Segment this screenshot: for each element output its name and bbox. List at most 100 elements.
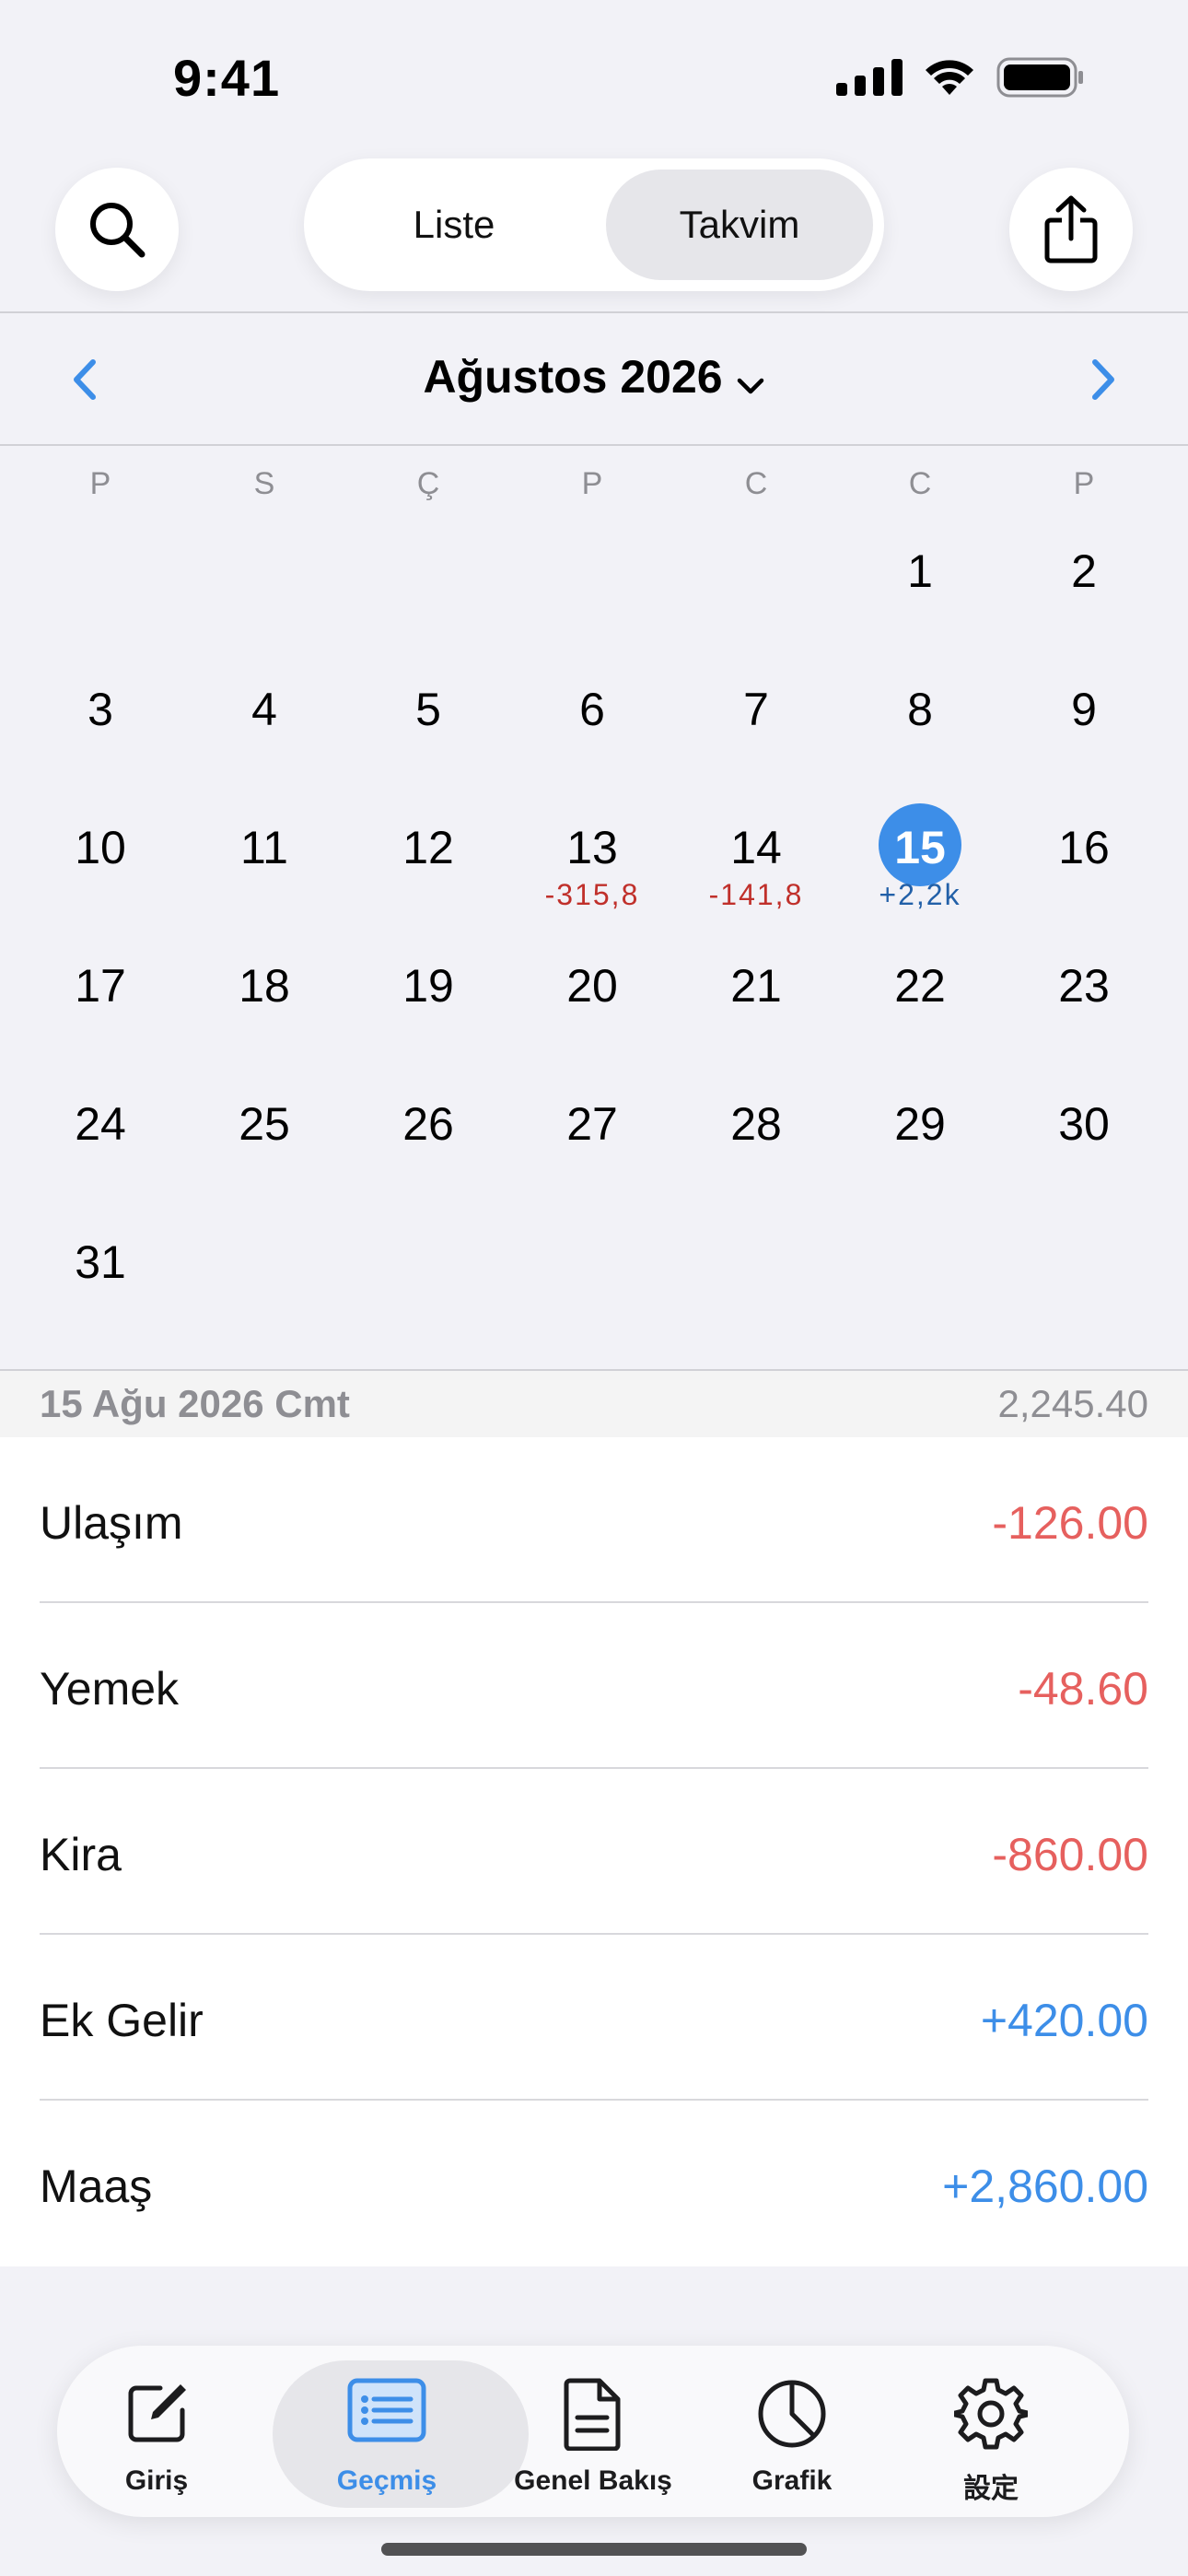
- tab-label-settings: 設定: [963, 2474, 1019, 2504]
- tab-giris[interactable]: Giriş: [57, 2346, 256, 2517]
- calendar-day[interactable]: 29: [838, 1060, 1002, 1198]
- weekday-header: P: [581, 466, 603, 501]
- day-number: 9: [1071, 684, 1097, 735]
- calendar-day[interactable]: 25: [182, 1060, 346, 1198]
- segment-liste[interactable]: Liste: [320, 170, 588, 280]
- calendar-day[interactable]: 20: [510, 921, 674, 1060]
- calendar-day[interactable]: 1: [838, 507, 1002, 645]
- day-total: 2,245.40: [997, 1382, 1149, 1425]
- calendar-day[interactable]: 7: [674, 645, 838, 783]
- month-picker[interactable]: Ağustos 2026: [0, 350, 1188, 407]
- day-number: 21: [730, 960, 782, 1012]
- day-number: 22: [894, 960, 946, 1012]
- month-title: Ağustos 2026: [423, 351, 723, 403]
- transaction-category: Kira: [40, 1829, 122, 1880]
- day-number: 2: [1071, 545, 1097, 597]
- calendar-day[interactable]: 17: [18, 921, 182, 1060]
- calendar-day[interactable]: 28: [674, 1060, 838, 1198]
- share-button[interactable]: [1009, 168, 1133, 291]
- calendar-day[interactable]: 13 -315,8: [510, 783, 674, 921]
- transaction-amount: +420.00: [980, 1995, 1148, 2046]
- day-number: 13: [566, 822, 618, 873]
- weekday-header: P: [89, 466, 111, 501]
- chevron-right-icon: [1092, 359, 1114, 400]
- day-number: 1: [907, 545, 933, 597]
- day-amount: +2,2k: [879, 878, 961, 911]
- calendar-day[interactable]: 24: [18, 1060, 182, 1198]
- day-number: 15: [894, 822, 946, 873]
- calendar-day[interactable]: 6: [510, 645, 674, 783]
- tab-bar: Giriş Geçmiş Genel Bakış Grafik 設定: [57, 2346, 1129, 2517]
- day-number: 18: [239, 960, 290, 1012]
- calendar-day[interactable]: 14 -141,8: [674, 783, 838, 921]
- day-number: 31: [75, 1236, 126, 1288]
- calendar-day[interactable]: 9: [1002, 645, 1166, 783]
- day-number: 6: [579, 684, 605, 735]
- calendar-day[interactable]: 31: [18, 1198, 182, 1336]
- day-number: 17: [75, 960, 126, 1012]
- transaction-amount: +2,860.00: [942, 2160, 1148, 2212]
- weekday-header: S: [253, 466, 275, 501]
- search-button[interactable]: [55, 168, 179, 291]
- tab-grafik[interactable]: Grafik: [693, 2346, 891, 2517]
- day-number: 16: [1058, 822, 1110, 873]
- compose-icon: [57, 2377, 256, 2451]
- day-amount: -141,8: [708, 878, 804, 911]
- calendar-day[interactable]: 16: [1002, 783, 1166, 921]
- home-indicator: [381, 2543, 807, 2556]
- document-icon: [494, 2377, 693, 2451]
- transaction-category: Yemek: [40, 1663, 180, 1715]
- transaction-row[interactable]: Ulaşım -126.00: [40, 1437, 1148, 1603]
- day-number: 4: [251, 684, 277, 735]
- calendar-day[interactable]: 26: [346, 1060, 510, 1198]
- tab-gecmis[interactable]: Geçmiş: [273, 2346, 529, 2517]
- tab-genel-bakis[interactable]: Genel Bakış: [494, 2346, 693, 2517]
- selected-day-header: 15 Ağu 2026 Cmt 2,245.40: [0, 1371, 1188, 1437]
- day-number: 5: [415, 684, 441, 735]
- calendar-day[interactable]: 30: [1002, 1060, 1166, 1198]
- calendar-day[interactable]: 11: [182, 783, 346, 921]
- gear-icon: [891, 2377, 1090, 2451]
- day-amount: -315,8: [544, 878, 640, 911]
- calendar-day[interactable]: 21: [674, 921, 838, 1060]
- transaction-row[interactable]: Ek Gelir +420.00: [40, 1935, 1148, 2101]
- top-bar: Liste Takvim: [0, 157, 1188, 313]
- calendar-day[interactable]: 4: [182, 645, 346, 783]
- calendar-day-selected[interactable]: 15 +2,2k: [838, 783, 1002, 921]
- calendar-day[interactable]: 12: [346, 783, 510, 921]
- list-icon: [287, 2377, 486, 2443]
- transaction-row[interactable]: Kira -860.00: [40, 1769, 1148, 1935]
- transaction-amount: -48.60: [1018, 1663, 1148, 1715]
- calendar-day[interactable]: 18: [182, 921, 346, 1060]
- transaction-row[interactable]: Maaş +2,860.00: [40, 2101, 1148, 2266]
- calendar-day[interactable]: 5: [346, 645, 510, 783]
- month-divider: [0, 444, 1188, 446]
- tab-settings[interactable]: 設定: [891, 2346, 1090, 2517]
- calendar-day[interactable]: 8: [838, 645, 1002, 783]
- cellular-signal-icon: [836, 59, 903, 96]
- transaction-row[interactable]: Yemek -48.60: [40, 1603, 1148, 1769]
- wifi-icon: [926, 60, 973, 95]
- segment-takvim[interactable]: Takvim: [606, 170, 873, 280]
- calendar-day[interactable]: 10: [18, 783, 182, 921]
- next-month-button[interactable]: [1076, 352, 1131, 407]
- day-number: 3: [87, 684, 113, 735]
- status-icons: [836, 57, 1085, 98]
- calendar-day[interactable]: 19: [346, 921, 510, 1060]
- weekday-header: P: [1073, 466, 1095, 501]
- transaction-amount: -860.00: [992, 1829, 1148, 1880]
- transaction-category: Maaş: [40, 2160, 153, 2212]
- calendar-day[interactable]: 27: [510, 1060, 674, 1198]
- calendar-day[interactable]: 23: [1002, 921, 1166, 1060]
- day-number: 12: [402, 822, 454, 873]
- month-navigation: Ağustos 2026: [0, 313, 1188, 446]
- battery-icon: [996, 57, 1083, 98]
- status-time: 9:41: [173, 49, 281, 107]
- calendar-day[interactable]: 22: [838, 921, 1002, 1060]
- day-number: 11: [240, 822, 288, 873]
- transaction-list: Ulaşım -126.00 Yemek -48.60 Kira -860.00 Ek Ge…: [0, 1437, 1188, 2266]
- calendar-day[interactable]: 3: [18, 645, 182, 783]
- tab-label-giris: Giriş: [124, 2465, 189, 2496]
- calendar-day[interactable]: 2: [1002, 507, 1166, 645]
- day-number: 25: [239, 1098, 290, 1150]
